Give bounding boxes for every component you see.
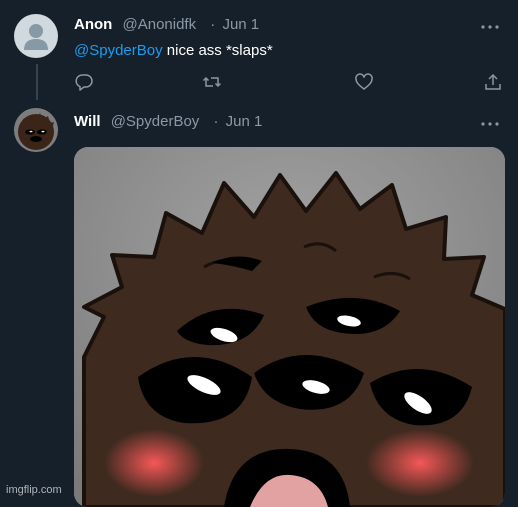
mention-link[interactable]: @SpyderBoy: [74, 42, 163, 59]
more-options-icon[interactable]: [480, 114, 500, 126]
cartoon-face-image: [74, 147, 505, 507]
reply-icon[interactable]: [74, 72, 94, 92]
thread-connector-line: [36, 64, 38, 100]
avatar-anon[interactable]: [14, 14, 58, 58]
retweet-icon[interactable]: [202, 72, 222, 92]
cartoon-face-avatar: [18, 113, 54, 150]
more-options-icon[interactable]: [480, 17, 500, 29]
tweet-date[interactable]: Jun 1: [226, 113, 263, 130]
watermark-text: imgflip.com: [6, 484, 62, 496]
user-handle[interactable]: @Anonidfk: [123, 16, 197, 33]
separator-dot: ·: [213, 113, 219, 130]
display-name[interactable]: Anon: [74, 16, 112, 33]
tweet-header: Will @SpyderBoy · Jun 1: [74, 113, 262, 131]
tweet-media-image[interactable]: [74, 147, 505, 507]
share-icon[interactable]: [483, 72, 503, 92]
default-profile-icon: [24, 24, 48, 50]
display-name[interactable]: Will: [74, 113, 101, 130]
tweet-date[interactable]: Jun 1: [222, 16, 259, 33]
tweet-text-content: nice ass *slaps*: [162, 42, 273, 59]
tweet-anon[interactable]: Anon @Anonidfk · Jun 1 @SpyderBoy nice a…: [0, 0, 518, 100]
user-handle[interactable]: @SpyderBoy: [111, 113, 200, 130]
separator-dot: ·: [210, 16, 216, 33]
tweet-header: Anon @Anonidfk · Jun 1: [74, 16, 259, 34]
avatar-will[interactable]: [14, 108, 58, 152]
like-icon[interactable]: [354, 72, 374, 92]
tweet-text: @SpyderBoy nice ass *slaps*: [74, 42, 273, 60]
